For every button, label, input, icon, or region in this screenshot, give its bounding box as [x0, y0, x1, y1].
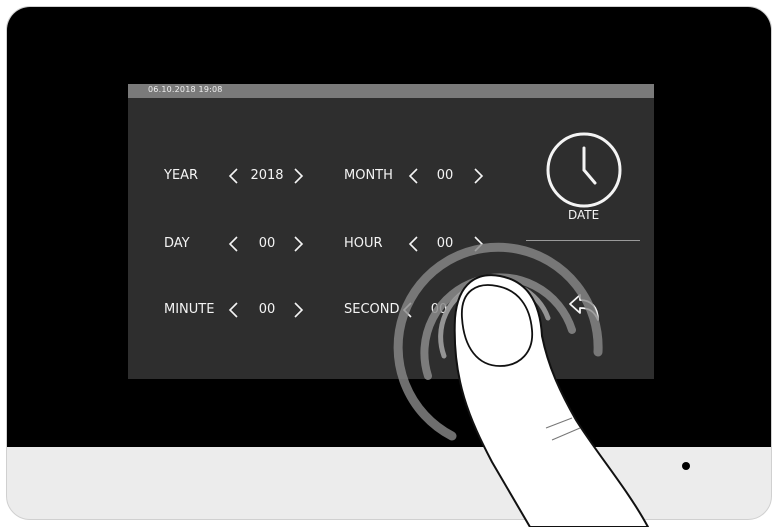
touch-gesture-illustration	[393, 242, 649, 527]
